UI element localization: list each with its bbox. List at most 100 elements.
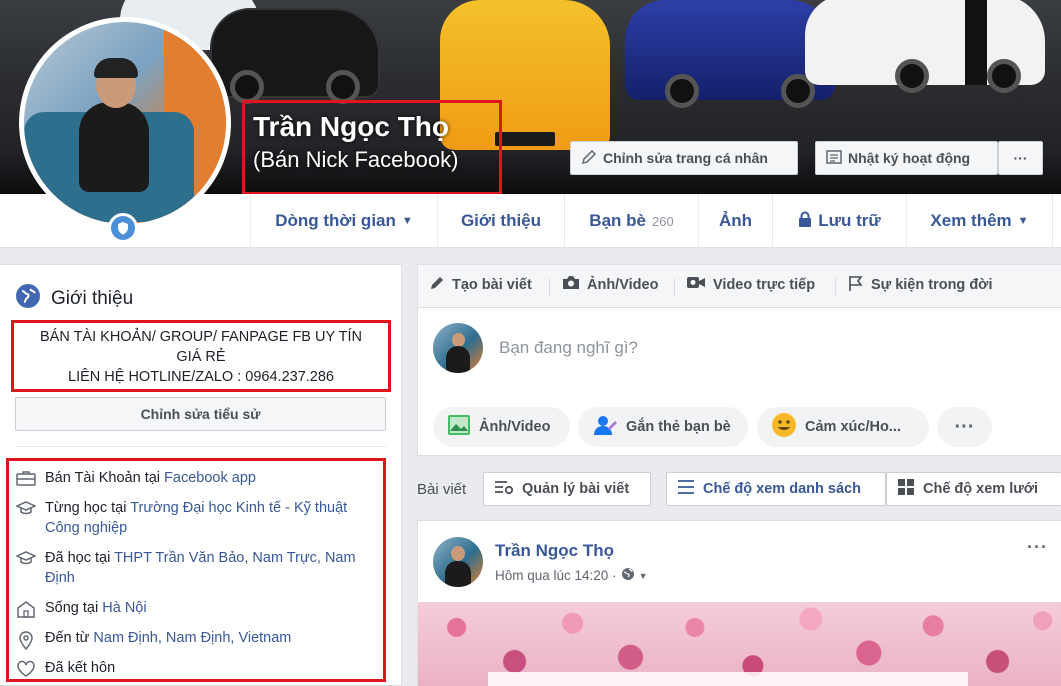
graduation-cap-icon xyxy=(15,548,37,588)
composer-tab-photo-label: Ảnh/Video xyxy=(587,276,659,293)
activity-log-button[interactable]: Nhật ký hoạt động xyxy=(815,141,998,175)
info-highschool: Đã học tại THPT Trần Văn Bảo, Nam Trực, … xyxy=(15,548,375,588)
bio-line: GIÁ RẺ xyxy=(176,349,226,365)
manage-posts-label: Quản lý bài viết xyxy=(522,481,630,497)
settings-list-icon xyxy=(494,479,514,499)
chip-photo-video[interactable]: Ảnh/Video xyxy=(433,407,570,447)
tab-friends[interactable]: Bạn bè 260 xyxy=(564,194,698,248)
grid-view-button[interactable]: Chế độ xem lưới xyxy=(886,472,1061,506)
chip-feeling-label: Cảm xúc/Ho... xyxy=(805,419,901,435)
composer-tab-event-label: Sự kiện trong đời xyxy=(871,277,993,293)
info-lives-in: Sống tại Hà Nội xyxy=(15,598,375,618)
bio-line: LIÊN HỆ HOTLINE/ZALO : 0964.237.286 xyxy=(68,369,334,385)
tab-archive[interactable]: Lưu trữ xyxy=(772,194,906,248)
intro-card: Giới thiệu BÁN TÀI KHOẢN/ GROUP/ FANPAGE… xyxy=(0,264,402,686)
info-from-link[interactable]: Nam Định, Nam Định, Vietnam xyxy=(93,630,291,646)
post-options-button[interactable]: ··· xyxy=(1027,537,1048,558)
info-relationship: Đã kết hôn xyxy=(15,658,375,678)
chip-more-button[interactable]: ··· xyxy=(937,407,992,447)
camera-icon xyxy=(562,275,580,294)
list-icon xyxy=(826,149,842,168)
globe-icon xyxy=(15,283,41,314)
video-camera-icon xyxy=(686,275,706,294)
composer-tab-photo-video[interactable]: Ảnh/Video xyxy=(562,275,658,294)
chip-photo-label: Ảnh/Video xyxy=(479,419,551,435)
more-options-button[interactable]: ··· xyxy=(998,141,1043,175)
composer-input[interactable]: Bạn đang nghĩ gì? xyxy=(499,338,638,358)
bio-highlight-box: BÁN TÀI KHOẢN/ GROUP/ FANPAGE FB UY TÍN … xyxy=(11,320,391,392)
composer-tab-live-label: Video trực tiếp xyxy=(713,276,816,293)
tab-timeline[interactable]: Dòng thời gian ▼ xyxy=(250,194,437,248)
info-from: Đến từ Nam Định, Nam Định, Vietnam xyxy=(15,628,375,650)
cover-car-white-right xyxy=(805,0,1045,93)
tab-timeline-label: Dòng thời gian xyxy=(275,211,396,230)
graduation-cap-icon xyxy=(15,498,37,538)
tab-about-label: Giới thiệu xyxy=(460,211,542,230)
profile-name[interactable]: Trần Ngọc Thọ xyxy=(253,109,491,145)
info-college: Từng học tại Trường Đại học Kinh tế - Kỹ… xyxy=(15,498,375,538)
info-work: Bán Tài Khoản tại Facebook app xyxy=(15,468,375,488)
post-card: Trần Ngọc Thọ Hôm qua lúc 14:20 · ▼ ··· xyxy=(417,520,1061,686)
composer-tab-life-event[interactable]: Sự kiện trong đời xyxy=(848,275,993,295)
composer-tab-create-label: Tạo bài viết xyxy=(452,276,532,293)
globe-audience-icon[interactable] xyxy=(621,567,635,584)
profile-guard-shield-icon[interactable] xyxy=(108,213,138,243)
list-view-button[interactable]: Chế độ xem danh sách xyxy=(666,472,886,506)
tab-photos[interactable]: Ảnh xyxy=(698,194,772,248)
info-from-prefix: Đến từ xyxy=(45,630,94,646)
chip-tag-friends[interactable]: Gắn thẻ bạn bè xyxy=(578,407,748,447)
chip-tag-label: Gắn thẻ bạn bè xyxy=(626,419,731,435)
pencil-icon xyxy=(430,275,445,294)
chip-feeling-activity[interactable]: Cảm xúc/Ho... xyxy=(757,407,929,447)
posts-section-label: Bài viết xyxy=(417,481,467,498)
grid-view-label: Chế độ xem lưới xyxy=(923,481,1039,497)
info-relationship-text: Đã kết hôn xyxy=(45,660,116,676)
lock-icon xyxy=(798,211,812,232)
profile-avatar[interactable] xyxy=(19,17,231,229)
composer-tab-live-video[interactable]: Video trực tiếp xyxy=(686,275,815,294)
post-image[interactable] xyxy=(418,602,1061,686)
cover-car-blue xyxy=(625,0,835,108)
composer-tab-create-post[interactable]: Tạo bài viết xyxy=(430,275,532,294)
caret-down-icon: ▼ xyxy=(1017,215,1029,227)
avatar-photo xyxy=(24,22,226,224)
pencil-icon xyxy=(581,149,597,168)
tab-friends-label: Bạn bè xyxy=(589,211,646,230)
flag-icon xyxy=(848,275,864,295)
home-icon xyxy=(15,598,37,618)
divider xyxy=(15,446,386,447)
post-author-avatar[interactable] xyxy=(433,537,483,587)
tag-friends-icon xyxy=(592,413,618,441)
briefcase-icon xyxy=(15,468,37,488)
tab-more[interactable]: Xem thêm ▼ xyxy=(906,194,1053,248)
intro-title: Giới thiệu xyxy=(51,287,134,309)
post-timestamp[interactable]: Hôm qua lúc 14:20 · xyxy=(495,568,617,583)
caret-down-icon: ▼ xyxy=(401,215,413,227)
info-work-link[interactable]: Facebook app xyxy=(164,470,256,486)
edit-profile-button[interactable]: Chỉnh sửa trang cá nhân xyxy=(570,141,798,175)
info-highschool-prefix: Đã học tại xyxy=(45,550,115,566)
caret-down-icon[interactable]: ▼ xyxy=(639,571,648,581)
list-view-icon xyxy=(677,479,695,499)
info-lives-prefix: Sống tại xyxy=(45,600,103,616)
tab-about[interactable]: Giới thiệu xyxy=(437,194,564,248)
info-work-prefix: Bán Tài Khoản tại xyxy=(45,470,165,486)
info-highlight-box: Bán Tài Khoản tại Facebook app Từng học … xyxy=(6,458,386,682)
photo-icon xyxy=(447,413,471,441)
location-pin-icon xyxy=(15,628,37,650)
edit-bio-button[interactable]: Chỉnh sửa tiểu sử xyxy=(15,397,386,431)
tab-photos-label: Ảnh xyxy=(718,211,753,230)
bio-line: BÁN TÀI KHOẢN/ GROUP/ FANPAGE FB UY TÍN xyxy=(39,329,363,345)
post-meta: Hôm qua lúc 14:20 · ▼ xyxy=(495,567,648,584)
manage-posts-button[interactable]: Quản lý bài viết xyxy=(483,472,651,506)
profile-alternate-name: (Bán Nick Facebook) xyxy=(253,147,459,172)
post-author-name[interactable]: Trần Ngọc Thọ xyxy=(495,541,614,561)
info-lives-link[interactable]: Hà Nội xyxy=(102,600,146,616)
more-dots-icon: ··· xyxy=(954,415,975,438)
name-highlight-box: Trần Ngọc Thọ (Bán Nick Facebook) xyxy=(242,100,502,194)
tab-more-label: Xem thêm xyxy=(930,211,1012,230)
cover-car-black xyxy=(210,8,380,104)
composer-avatar[interactable] xyxy=(433,323,483,373)
heart-icon xyxy=(15,658,37,678)
more-dots-icon: ··· xyxy=(1013,150,1028,166)
